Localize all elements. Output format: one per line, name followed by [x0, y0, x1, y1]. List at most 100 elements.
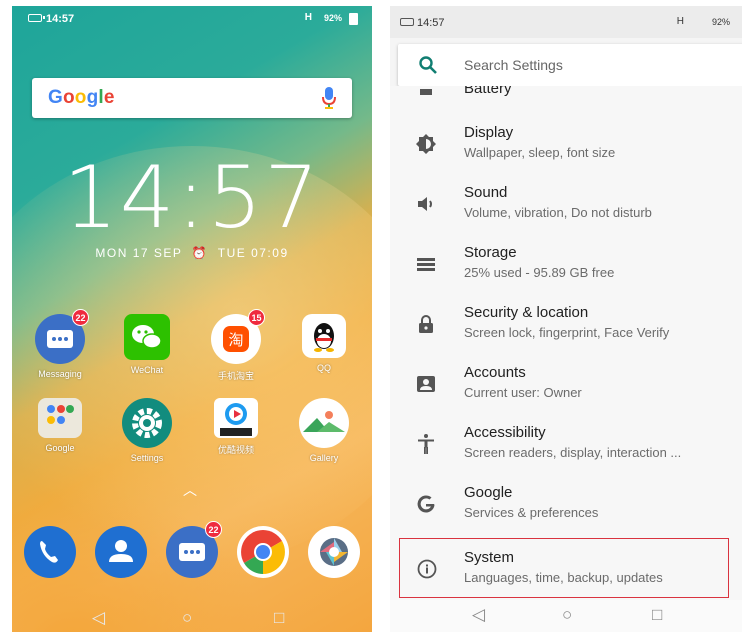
app-settings[interactable]: Settings	[112, 398, 182, 463]
search-icon	[419, 56, 437, 74]
app-qq[interactable]: QQ	[289, 314, 359, 373]
settings-item-system[interactable]: System Languages, time, backup, updates	[399, 538, 729, 598]
qq-icon	[302, 314, 346, 358]
storage-icon	[417, 258, 435, 271]
date-text: MON 17 SEP	[95, 246, 183, 260]
dock-phone[interactable]	[24, 526, 76, 578]
item-title: Security & location	[464, 304, 589, 321]
accounts-icon	[417, 376, 435, 392]
search-placeholder: Search Settings	[464, 57, 563, 73]
date-line: MON 17 SEP ⏰ TUE 07:09	[12, 246, 372, 260]
item-title: Display	[464, 124, 514, 141]
settings-item-accounts[interactable]: Accounts Current user: Owner	[390, 354, 742, 414]
app-label: WeChat	[130, 365, 164, 375]
accessibility-icon	[418, 434, 434, 454]
app-taobao[interactable]: 淘 15 手机淘宝	[201, 309, 271, 382]
app-label: Google	[45, 443, 75, 453]
settings-search-bar[interactable]: Search Settings	[398, 44, 742, 86]
network-type: H	[304, 12, 312, 23]
settings-list: Battery Display Wallpaper, sleep, font s…	[390, 86, 742, 600]
home-button[interactable]: ○	[182, 608, 192, 628]
wechat-icon	[124, 314, 170, 360]
item-title: Accounts	[464, 364, 526, 381]
phone-icon	[40, 541, 58, 563]
home-clock[interactable]: 14:57	[12, 148, 372, 248]
alarm-text: TUE 07:09	[217, 246, 289, 260]
dock-contacts[interactable]	[95, 526, 147, 578]
app-label: 优酷视频	[217, 445, 254, 455]
recents-button[interactable]: □	[274, 608, 284, 628]
signal-percent: 92%	[323, 13, 342, 23]
item-title: Sound	[464, 184, 508, 201]
network-type: H	[676, 16, 684, 27]
dock-chrome[interactable]	[237, 526, 289, 578]
app-wechat[interactable]: WeChat	[112, 314, 182, 375]
app-label: 手机淘宝	[217, 371, 254, 381]
app-youku[interactable]: 优酷视频	[201, 398, 271, 456]
battery-level-icon	[349, 13, 358, 25]
battery-icon	[400, 18, 414, 26]
item-subtitle: Screen readers, display, interaction ...	[464, 445, 682, 460]
unread-badge: 22	[72, 309, 89, 326]
settings-item-storage[interactable]: Storage 25% used - 95.89 GB free	[390, 234, 742, 294]
svg-text:淘: 淘	[228, 331, 243, 349]
gallery-icon	[299, 398, 349, 448]
message-icon: 22	[35, 309, 89, 364]
settings-item-accessibility[interactable]: Accessibility Screen readers, display, i…	[390, 414, 742, 474]
back-button[interactable]: ◁	[472, 605, 485, 625]
signal-percent: 92%	[711, 17, 730, 27]
status-time: 14:57	[46, 13, 75, 25]
item-title: System	[464, 549, 515, 566]
dock-camera[interactable]	[308, 526, 360, 578]
battery-item-icon	[420, 89, 432, 95]
settings-item-sound[interactable]: Sound Volume, vibration, Do not disturb	[390, 174, 742, 234]
google-logo: Google	[48, 87, 115, 108]
app-label: Settings	[130, 453, 164, 463]
unread-badge: 15	[248, 309, 265, 326]
app-gallery[interactable]: Gallery	[289, 398, 359, 463]
item-subtitle: Languages, time, backup, updates	[464, 570, 663, 585]
info-icon	[417, 559, 437, 579]
item-title: Google	[464, 484, 513, 501]
item-subtitle: Volume, vibration, Do not disturb	[464, 205, 652, 220]
taobao-icon: 淘 15	[211, 309, 265, 364]
sound-icon	[418, 197, 432, 211]
home-button[interactable]: ○	[562, 605, 572, 625]
item-subtitle: Screen lock, fingerprint, Face Verify	[464, 325, 670, 340]
item-subtitle: Wallpaper, sleep, font size	[464, 145, 616, 160]
settings-nav-bar: ◁ ○ □	[390, 600, 742, 632]
status-time: 14:57	[417, 17, 445, 29]
back-button[interactable]: ◁	[92, 608, 105, 628]
home-nav-bar: ◁ ○ □	[12, 602, 372, 632]
item-subtitle: 25% used - 95.89 GB free	[464, 265, 615, 280]
item-subtitle: Current user: Owner	[464, 385, 582, 400]
google-search-bar[interactable]: Google	[32, 78, 352, 118]
lock-icon	[419, 315, 433, 333]
app-label: Messaging	[38, 369, 82, 379]
contacts-icon	[109, 540, 133, 562]
recents-button[interactable]: □	[652, 605, 662, 625]
display-icon	[416, 134, 436, 154]
mic-icon[interactable]	[322, 87, 336, 109]
app-label: QQ	[316, 363, 331, 373]
app-drawer-arrow-icon[interactable]: ︿	[183, 480, 197, 500]
settings-status-bar: 14:57 H 92%	[390, 6, 742, 38]
app-messaging[interactable]: 22 Messaging	[25, 309, 95, 379]
item-subtitle: Services & preferences	[464, 505, 599, 520]
settings-icon	[122, 398, 172, 448]
camera-icon	[320, 538, 348, 566]
dock-messaging[interactable]: 22	[166, 521, 222, 578]
google-folder-icon	[38, 398, 82, 438]
settings-screen: 14:57 H 92% Search Settings Battery Disp…	[390, 6, 742, 632]
alarm-clock-icon: ⏰	[187, 246, 214, 260]
youku-icon	[214, 398, 258, 438]
settings-item-google[interactable]: Google Services & preferences	[390, 474, 742, 534]
app-google-folder[interactable]: Google	[25, 398, 95, 453]
settings-item-security[interactable]: Security & location Screen lock, fingerp…	[390, 294, 742, 354]
item-title: Accessibility	[464, 424, 546, 441]
home-screen: 14:57 H 92% Google 14:57 MON 17 SEP ⏰ TU…	[12, 6, 372, 632]
home-status-bar: 14:57 H 92%	[12, 6, 372, 34]
settings-item-display[interactable]: Display Wallpaper, sleep, font size	[390, 114, 742, 174]
app-label: Gallery	[309, 453, 339, 463]
settings-item-battery[interactable]: Battery	[464, 86, 512, 97]
